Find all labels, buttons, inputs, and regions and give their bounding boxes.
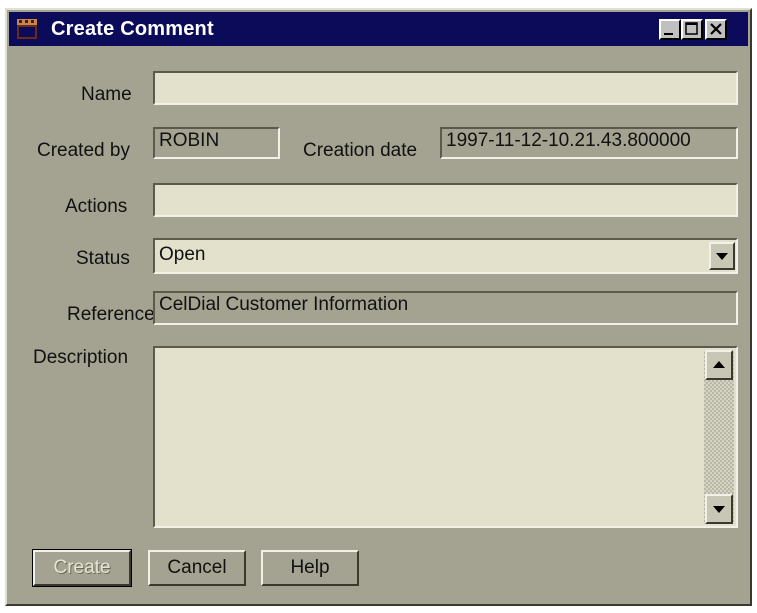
status-dropdown-button[interactable] bbox=[709, 242, 735, 270]
window-title: Create Comment bbox=[51, 18, 214, 40]
reference-field: CelDial Customer Information bbox=[153, 291, 738, 325]
create-comment-dialog: Create Comment Name Created by ROBIN Cre… bbox=[5, 8, 752, 606]
maximize-button[interactable] bbox=[681, 19, 703, 40]
help-button[interactable]: Help bbox=[261, 550, 359, 586]
cancel-button[interactable]: Cancel bbox=[148, 550, 246, 586]
film-clapper-icon bbox=[17, 19, 37, 39]
name-label: Name bbox=[81, 84, 132, 105]
creation-date-label: Creation date bbox=[303, 140, 418, 161]
created-by-label: Created by bbox=[37, 140, 130, 161]
maximize-icon bbox=[685, 22, 698, 35]
create-button[interactable]: Create bbox=[32, 549, 132, 587]
minimize-button[interactable] bbox=[659, 19, 681, 40]
scroll-up-button[interactable] bbox=[705, 350, 733, 380]
actions-label: Actions bbox=[65, 196, 128, 217]
minimize-icon bbox=[664, 33, 673, 35]
name-input[interactable] bbox=[153, 71, 738, 105]
close-icon bbox=[710, 23, 722, 35]
title-bar[interactable]: Create Comment bbox=[9, 12, 748, 46]
status-select[interactable]: Open bbox=[153, 238, 738, 274]
status-label: Status bbox=[76, 248, 130, 269]
description-label: Description bbox=[33, 347, 129, 368]
description-textarea[interactable] bbox=[153, 346, 738, 528]
reference-label: Reference bbox=[67, 304, 155, 325]
actions-input[interactable] bbox=[153, 183, 738, 217]
creation-date-field: 1997-11-12-10.21.43.800000 bbox=[440, 127, 738, 159]
close-button[interactable] bbox=[705, 19, 727, 40]
scroll-down-button[interactable] bbox=[705, 494, 733, 524]
created-by-field: ROBIN bbox=[153, 127, 280, 159]
chevron-down-icon bbox=[716, 253, 728, 260]
triangle-up-icon bbox=[713, 361, 725, 368]
triangle-down-icon bbox=[713, 506, 725, 513]
